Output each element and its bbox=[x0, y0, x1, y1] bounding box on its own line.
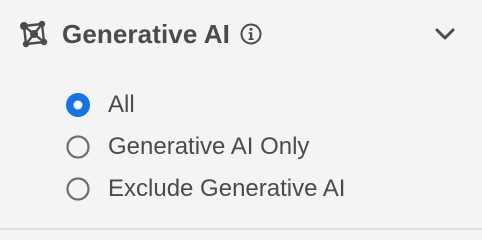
filter-options: All Generative AI Only Exclude Generativ… bbox=[66, 84, 345, 210]
filter-header[interactable]: Generative AI bbox=[18, 12, 464, 56]
network-nodes-icon bbox=[18, 18, 50, 50]
option-generative-ai-only[interactable]: Generative AI Only bbox=[66, 126, 345, 168]
chevron-down-icon[interactable] bbox=[434, 23, 456, 45]
info-icon[interactable] bbox=[240, 23, 262, 45]
filter-title: Generative AI bbox=[62, 18, 230, 49]
generative-ai-filter-panel: Generative AI All Generative AI Only Exc… bbox=[0, 0, 482, 230]
radio-unselected[interactable] bbox=[66, 135, 90, 159]
option-label: All bbox=[108, 91, 135, 118]
option-label: Generative AI Only bbox=[108, 133, 310, 160]
option-exclude-generative-ai[interactable]: Exclude Generative AI bbox=[66, 168, 345, 210]
option-label: Exclude Generative AI bbox=[108, 175, 346, 202]
option-all[interactable]: All bbox=[66, 84, 345, 126]
radio-selected[interactable] bbox=[66, 93, 90, 117]
radio-unselected[interactable] bbox=[66, 177, 90, 201]
